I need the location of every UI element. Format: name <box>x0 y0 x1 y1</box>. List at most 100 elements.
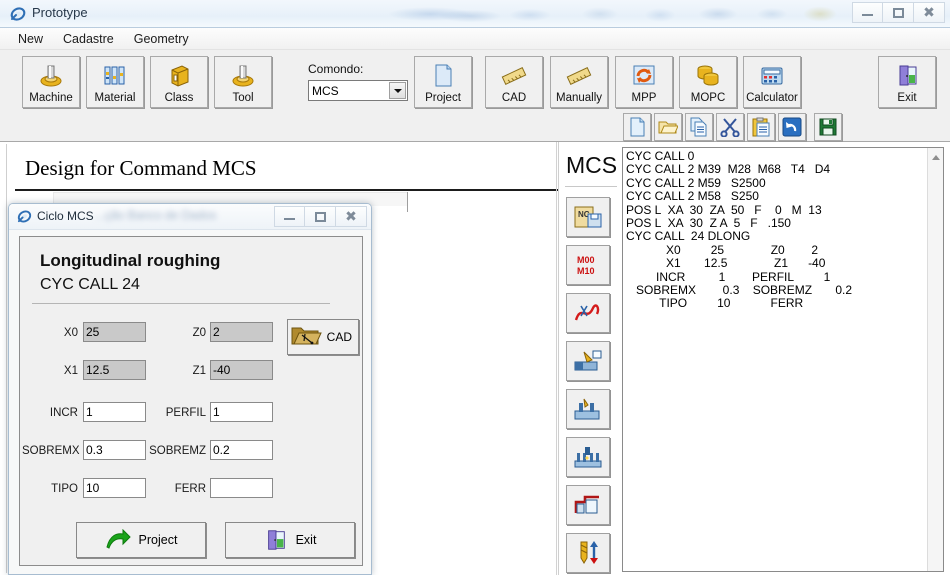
undo-arrow-icon <box>782 117 802 137</box>
field-label-x0: X0 <box>63 327 78 339</box>
minimize-button[interactable] <box>852 2 883 23</box>
maximize-icon <box>314 211 326 222</box>
toolbar-button-material-label: Material <box>94 92 136 104</box>
exit-door-icon <box>899 65 917 86</box>
dialog-body: Longitudinal roughing CYC CALL 24 X0 25 … <box>19 236 363 566</box>
exit-button-label: Exit <box>295 533 317 547</box>
menu-new[interactable]: New <box>8 30 53 48</box>
field-incr[interactable]: 1 <box>83 402 146 422</box>
toolbar-button-machine-label: Machine <box>29 92 73 104</box>
cad-button[interactable]: CAD <box>287 319 359 355</box>
cut-button[interactable] <box>716 113 744 141</box>
mcs-panel-title: MCS <box>566 152 618 178</box>
window-controls: ✖ <box>852 2 945 23</box>
toolbar-button-machine[interactable]: Machine <box>22 56 80 108</box>
toolbar-button-class-label: Class <box>164 92 194 104</box>
scroll-up-button[interactable] <box>928 149 943 165</box>
toolbar-button-cad[interactable]: CAD <box>485 56 543 108</box>
class-icon <box>171 65 189 87</box>
mcs-profile-button[interactable] <box>566 485 610 525</box>
command-combobox-value: MCS <box>312 83 339 98</box>
field-perfil[interactable]: 1 <box>210 402 273 422</box>
drill-arrows-icon <box>580 541 598 564</box>
toolbar-button-project[interactable]: Project <box>414 56 472 108</box>
project-document-icon <box>435 64 452 87</box>
new-file-icon <box>630 117 645 137</box>
new-file-button[interactable] <box>623 113 651 141</box>
field-tipo[interactable]: 10 <box>83 478 146 498</box>
field-ferr[interactable] <box>210 478 273 498</box>
toolbar-button-calculator[interactable]: Calculator <box>743 56 801 108</box>
cycle-heading: Longitudinal roughing <box>40 251 221 270</box>
floppy-save-icon <box>819 118 837 136</box>
field-x1[interactable]: 12.5 <box>83 360 146 380</box>
menubar: New Cadastre Geometry <box>0 28 950 50</box>
undo-button[interactable] <box>778 113 806 141</box>
paste-button[interactable] <box>747 113 775 141</box>
minimize-icon <box>284 214 295 220</box>
copy-button[interactable] <box>685 113 713 141</box>
mcs-grooving-button[interactable] <box>566 389 610 429</box>
toolbar-button-tool[interactable]: Tool <box>214 56 272 108</box>
ruler-icon <box>501 67 527 85</box>
red-profile-icon <box>574 495 599 514</box>
mcs-turning-button[interactable] <box>566 341 610 381</box>
dialog-background-text: ...ção Banco de Dados <box>95 208 217 222</box>
maximize-icon <box>892 7 904 18</box>
toolbar-button-mpp[interactable]: MPP <box>615 56 673 108</box>
toolbar-button-manually[interactable]: Manually <box>550 56 608 108</box>
grooving-op-icon <box>574 398 600 420</box>
exit-door-icon <box>267 530 285 550</box>
mcs-threading-button[interactable] <box>566 437 610 477</box>
pane-divider <box>556 142 557 575</box>
menu-cadastre[interactable]: Cadastre <box>53 30 124 48</box>
toolbar-button-material[interactable]: Material <box>86 56 144 108</box>
field-label-z1: Z1 <box>192 365 206 377</box>
mcs-contour-button[interactable] <box>566 293 610 333</box>
code-panel[interactable]: CYC CALL 0 CYC CALL 2 M39 M28 M68 T4 D4 … <box>622 147 944 572</box>
maximize-button[interactable] <box>883 2 914 23</box>
field-z1[interactable]: -40 <box>210 360 273 380</box>
field-sobremz[interactable]: 0.2 <box>210 440 273 460</box>
field-z0[interactable]: 2 <box>210 322 273 342</box>
field-label-tipo: TIPO <box>51 483 78 495</box>
refresh-image-icon <box>633 65 655 85</box>
save-button[interactable] <box>814 113 842 141</box>
toolbar-button-class[interactable]: Class <box>150 56 208 108</box>
vertical-scrollbar[interactable] <box>927 148 943 571</box>
mcs-drilling-button[interactable] <box>566 533 610 573</box>
command-combobox[interactable]: MCS <box>308 80 408 101</box>
field-sobremx[interactable]: 0.3 <box>83 440 146 460</box>
mcs-nc-save-button[interactable]: NC <box>566 197 610 237</box>
command-label: Comondo: <box>308 62 364 76</box>
project-button[interactable]: Project <box>76 522 206 558</box>
dialog-close-button[interactable]: ✖ <box>336 206 367 227</box>
toolbar-button-calculator-label: Calculator <box>746 92 798 104</box>
dialog-maximize-button[interactable] <box>305 206 336 227</box>
close-button[interactable]: ✖ <box>914 2 945 23</box>
toolbar-button-cad-label: CAD <box>501 92 527 104</box>
ruler-icon <box>566 67 592 85</box>
svg-text:M10: M10 <box>577 266 595 276</box>
toolbar-button-mopc[interactable]: MOPC <box>679 56 737 108</box>
app-icon <box>10 7 26 21</box>
clipboard-icon <box>752 117 770 137</box>
exit-button[interactable]: Exit <box>225 522 355 558</box>
material-icon <box>104 66 125 85</box>
open-folder-button[interactable] <box>654 113 682 141</box>
database-icon <box>697 65 719 86</box>
nc-scroll-save-icon: NC <box>574 206 602 228</box>
dialog-minimize-button[interactable] <box>274 206 305 227</box>
mcs-m-codes-button[interactable]: M00 M10 <box>566 245 610 285</box>
dialog-window-controls: ✖ <box>274 206 367 227</box>
chevron-down-icon[interactable] <box>389 82 406 99</box>
toolbar-button-exit[interactable]: Exit <box>878 56 936 108</box>
cad-button-label: CAD <box>326 330 352 344</box>
dialog-title: Ciclo MCS <box>37 209 94 223</box>
menu-geometry[interactable]: Geometry <box>124 30 199 48</box>
background-divider <box>407 192 408 212</box>
field-x0[interactable]: 25 <box>83 322 146 342</box>
close-icon: ✖ <box>923 4 935 21</box>
mcs-panel: MCS NC M00 M10 <box>558 142 622 575</box>
field-label-perfil: PERFIL <box>165 407 206 419</box>
